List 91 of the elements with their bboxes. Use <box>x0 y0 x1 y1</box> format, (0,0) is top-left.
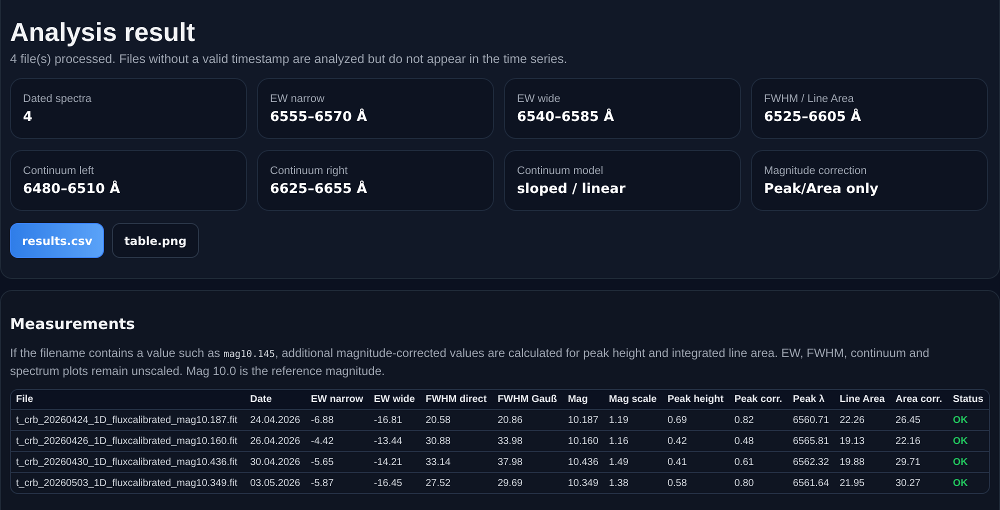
table-cell: t_crb_20260424_1D_fluxcalibrated_mag10.187.fit <box>11 410 246 430</box>
stat-value: 6555–6570 Å <box>270 109 368 125</box>
column-header: FWHM Gauß <box>492 390 563 410</box>
table-cell: 30.27 <box>890 472 948 493</box>
table-cell: 6562.32 <box>788 452 835 472</box>
table-cell: -5.87 <box>306 472 369 493</box>
column-header: Status <box>948 390 989 410</box>
table-cell: 19.13 <box>834 430 890 452</box>
column-header: Peak height <box>662 390 730 410</box>
column-header: FWHM direct <box>420 390 493 410</box>
download-button[interactable]: table.png <box>112 223 199 258</box>
status-cell: OK <box>948 472 989 493</box>
table-cell: 33.98 <box>492 430 563 452</box>
table-cell: 10.160 <box>562 430 604 452</box>
table-cell: -13.44 <box>368 430 421 452</box>
column-header: File <box>11 390 246 410</box>
stat-label: Continuum model <box>517 165 604 177</box>
table-cell: 0.58 <box>662 472 730 493</box>
stat-value: 6480–6510 Å <box>23 181 120 197</box>
stat-label: Dated spectra <box>23 93 92 105</box>
table-cell: 37.98 <box>492 452 563 472</box>
table-cell: 0.82 <box>729 410 788 430</box>
status-cell: OK <box>948 410 989 430</box>
table-cell: 10.436 <box>562 452 604 472</box>
column-header: Area corr. <box>890 390 948 410</box>
column-header: Peak corr. <box>729 390 788 410</box>
description: If the filename contains a value such as mag10.145, additional magnitude-corrected values are calculated for peak height and integrated line area. EW, FWHM, continuum and spectrum plots remain unscaled. Mag 10.0 is the reference magnitude. <box>10 345 930 380</box>
status-cell: OK <box>948 430 989 452</box>
table-cell: 24.04.2026 <box>245 410 306 430</box>
table-cell: 26.04.2026 <box>245 430 306 452</box>
status-cell: OK <box>948 452 989 472</box>
table-cell: t_crb_20260426_1D_fluxcalibrated_mag10.160.fit <box>11 430 246 452</box>
table-cell: 6560.71 <box>788 410 835 430</box>
table-cell: 26.45 <box>890 410 948 430</box>
table-cell: -16.45 <box>368 472 421 493</box>
stat-label: EW wide <box>517 93 560 105</box>
column-header: Date <box>245 390 306 410</box>
table-cell: 22.26 <box>834 410 890 430</box>
table-cell: 10.187 <box>562 410 604 430</box>
table-cell: t_crb_20260430_1D_fluxcalibrated_mag10.436.fit <box>11 452 246 472</box>
section-title: Measurements <box>10 315 136 333</box>
table-cell: 27.52 <box>420 472 493 493</box>
stat-label: EW narrow <box>270 93 324 105</box>
table-cell: 20.58 <box>420 410 493 430</box>
stat-value: sloped / linear <box>517 181 626 197</box>
table-cell: 10.349 <box>562 472 604 493</box>
subtitle: 4 file(s) processed. Files without a valid timestamp are analyzed but do not appear in the time series. <box>10 52 568 66</box>
table-cell: 0.48 <box>729 430 788 452</box>
table-cell: 6565.81 <box>788 430 835 452</box>
table-cell: 0.42 <box>662 430 730 452</box>
table-cell: 33.14 <box>420 452 493 472</box>
table-cell: 22.16 <box>890 430 948 452</box>
table-cell: -4.42 <box>306 430 369 452</box>
stat-value: 6625–6655 Å <box>270 181 368 197</box>
stat-value: 6540–6585 Å <box>517 109 614 125</box>
table-cell: 30.88 <box>420 430 493 452</box>
table-cell: 29.69 <box>492 472 563 493</box>
stat-value: 4 <box>23 109 32 125</box>
table-cell: 6561.64 <box>788 472 835 493</box>
table-cell: -6.88 <box>306 410 369 430</box>
table-cell: -16.81 <box>368 410 421 430</box>
stat-label: FWHM / Line Area <box>764 93 854 105</box>
table-cell: 21.95 <box>834 472 890 493</box>
table-cell: 1.38 <box>604 472 662 493</box>
page-title: Analysis result <box>10 16 196 48</box>
table-cell: 1.49 <box>604 452 662 472</box>
stat-label: Continuum left <box>23 165 94 177</box>
table-cell: 29.71 <box>890 452 948 472</box>
table-cell: t_crb_20260503_1D_fluxcalibrated_mag10.349.fit <box>11 472 246 493</box>
table-cell: -14.21 <box>368 452 421 472</box>
stat-label: Magnitude correction <box>764 165 867 177</box>
stat-value: Peak/Area only <box>764 181 878 197</box>
table-cell: -5.65 <box>306 452 369 472</box>
stat-value: 6525–6605 Å <box>764 109 862 125</box>
table-cell: 19.88 <box>834 452 890 472</box>
table-cell: 0.41 <box>662 452 730 472</box>
table-cell: 20.86 <box>492 410 563 430</box>
column-header: Mag scale <box>604 390 662 410</box>
table-cell: 0.61 <box>729 452 788 472</box>
stat-label: Continuum right <box>270 165 348 177</box>
table-cell: 0.80 <box>729 472 788 493</box>
table-cell: 30.04.2026 <box>245 452 306 472</box>
table-cell: 03.05.2026 <box>245 472 306 493</box>
table-cell: 1.16 <box>604 430 662 452</box>
column-header: Mag <box>562 390 604 410</box>
table-cell: 0.69 <box>662 410 730 430</box>
column-header: EW narrow <box>306 390 369 410</box>
column-header: Peak λ <box>788 390 835 410</box>
table-cell: 1.19 <box>604 410 662 430</box>
column-header: EW wide <box>368 390 421 410</box>
column-header: Line Area <box>834 390 890 410</box>
